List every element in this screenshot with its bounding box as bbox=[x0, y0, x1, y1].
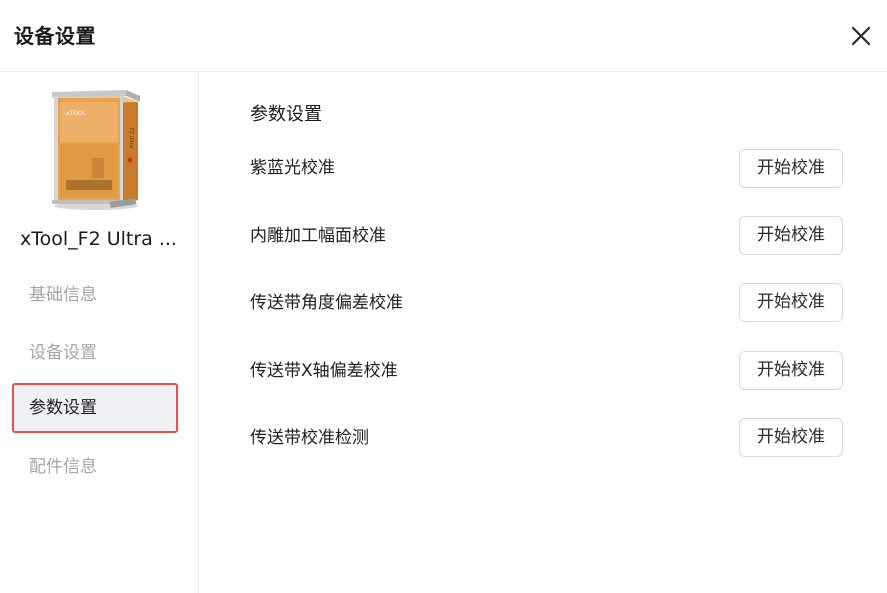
device-settings-dialog: 设备设置 xTOOL F2 Ultra xTool_F2 Ultra ... 基… bbox=[0, 0, 887, 593]
main-content: 参数设置 紫蓝光校准 开始校准 内雕加工幅面校准 开始校准 传送带角度偏差校准 … bbox=[200, 72, 887, 593]
close-button[interactable] bbox=[846, 21, 876, 51]
row-label-conveyor-x-calibration: 传送带X轴偏差校准 bbox=[250, 361, 398, 381]
row-label-violet-calibration: 紫蓝光校准 bbox=[250, 158, 335, 178]
start-calibration-button-conveyor-angle[interactable]: 开始校准 bbox=[739, 283, 843, 322]
start-calibration-button-conveyor-x[interactable]: 开始校准 bbox=[739, 351, 843, 390]
close-icon bbox=[851, 26, 871, 46]
dialog-header: 设备设置 bbox=[0, 0, 887, 72]
row-label-conveyor-angle-calibration: 传送带角度偏差校准 bbox=[250, 293, 403, 313]
nav-item-parameter-settings[interactable]: 参数设置 bbox=[12, 383, 178, 433]
device-logo-text: xTOOL bbox=[66, 110, 87, 117]
nav-item-accessory-info[interactable]: 配件信息 bbox=[12, 442, 178, 492]
nav-item-device-settings[interactable]: 设备设置 bbox=[12, 328, 178, 378]
device-name: xTool_F2 Ultra ... bbox=[20, 228, 177, 250]
dialog-title: 设备设置 bbox=[14, 24, 96, 48]
row-label-inner-engrave-calibration: 内雕加工幅面校准 bbox=[250, 226, 386, 246]
nav-item-label: 设备设置 bbox=[29, 343, 97, 363]
row-label-conveyor-check: 传送带校准检测 bbox=[250, 428, 369, 448]
start-calibration-button-inner-engrave[interactable]: 开始校准 bbox=[739, 216, 843, 255]
nav-item-basic-info[interactable]: 基础信息 bbox=[12, 270, 178, 320]
device-side-text: F2 Ultra bbox=[128, 128, 134, 148]
section-title: 参数设置 bbox=[250, 104, 322, 125]
nav-item-label: 参数设置 bbox=[29, 398, 97, 418]
start-calibration-button-conveyor-check[interactable]: 开始校准 bbox=[739, 418, 843, 457]
device-image: xTOOL F2 Ultra bbox=[52, 90, 140, 210]
sidebar: xTOOL F2 Ultra xTool_F2 Ultra ... 基础信息 设… bbox=[0, 72, 199, 593]
nav-item-label: 基础信息 bbox=[29, 285, 97, 305]
start-calibration-button-violet[interactable]: 开始校准 bbox=[739, 149, 843, 188]
nav-item-label: 配件信息 bbox=[29, 457, 97, 477]
